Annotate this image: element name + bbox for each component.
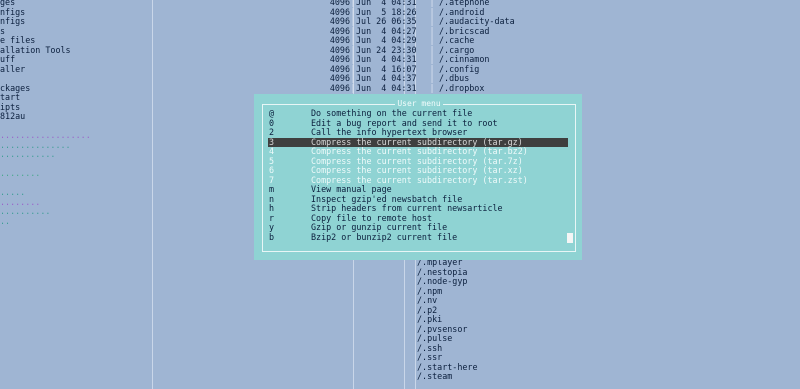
left-panel-line[interactable]: ..........	[0, 207, 150, 217]
file-name[interactable]: /.dropbox	[435, 83, 484, 94]
left-panel-line[interactable]: ...........	[0, 150, 150, 160]
menu-item-hotkey: b	[269, 231, 275, 242]
file-list-bottom[interactable]: /.mplayer/.nestopia/.node-gyp/.npm/.nv/.…	[417, 257, 567, 382]
file-size: 4096	[329, 82, 350, 93]
left-panel-line[interactable]	[0, 122, 150, 132]
file-name[interactable]: /.npm	[417, 286, 567, 297]
menu-item-hotkey: h	[269, 203, 275, 213]
left-panel-line[interactable]	[0, 179, 150, 189]
menu-item-hotkey: r	[269, 212, 275, 223]
menu-item-hotkey: 6	[269, 165, 275, 175]
left-panel-line[interactable]: tart	[0, 93, 150, 103]
menu-item-hotkey: y	[269, 222, 275, 232]
user-menu-dialog[interactable]: User menu @ Do something on the current f…	[254, 94, 582, 260]
left-panel-line[interactable]: ges	[0, 0, 150, 8]
left-panel-line[interactable]: ..............	[0, 141, 150, 151]
menu-item-label: Bzip2 or bunzip2 current file	[311, 231, 458, 242]
left-panel[interactable]: ges nfigs nfigs s e files allation Tools uff al…	[0, 0, 150, 226]
left-panel-line[interactable]: ipts	[0, 103, 150, 113]
file-name[interactable]: /.steam	[417, 371, 567, 382]
left-panel-line[interactable]: nfigs	[0, 17, 150, 27]
left-panel-line[interactable]: aller	[0, 65, 150, 75]
menu-item-hotkey: n	[269, 193, 275, 204]
left-panel-line[interactable]: uff	[0, 55, 150, 65]
left-panel-line[interactable]: 812au	[0, 112, 150, 122]
left-panel-line[interactable]: .....	[0, 188, 150, 198]
menu-item-hotkey: @	[269, 108, 275, 118]
left-panel-line[interactable]: ..................	[0, 131, 150, 141]
left-panel-line[interactable]	[0, 160, 150, 170]
file-list[interactable]: 4096 | Jun 4 04:31 |/.atephone 4096 | Jun 5 18…	[322, 0, 582, 93]
menu-item[interactable]: b Bzip2 or bunzip2 current file	[268, 231, 568, 243]
file-name[interactable]: /.nv	[417, 295, 567, 306]
left-panel-line[interactable]: nfigs	[0, 8, 150, 18]
file-date: Jun 4 04:31	[356, 82, 417, 93]
panel-divider	[152, 0, 153, 389]
menu-item-hotkey: 5	[269, 155, 275, 166]
menu-item-hotkey: 3	[269, 136, 275, 147]
menu-item-hotkey: 7	[269, 174, 275, 185]
user-menu-list[interactable]: @ Do something on the current file 0 Edit a…	[268, 108, 568, 243]
menu-item-hotkey: 2	[269, 127, 275, 137]
file-row[interactable]: 4096 | Jun 4 04:31 |/.dropbox	[322, 82, 582, 94]
left-panel-line[interactable]: allation Tools	[0, 46, 150, 56]
left-panel-line[interactable]: ckages	[0, 84, 150, 94]
left-panel-line[interactable]	[0, 74, 150, 84]
menu-item-hotkey: 0	[269, 117, 275, 128]
left-panel-line[interactable]: s	[0, 27, 150, 37]
menu-item-hotkey: m	[269, 184, 275, 194]
menu-item-hotkey: 4	[269, 146, 275, 156]
left-panel-line[interactable]: ..	[0, 217, 150, 227]
scroll-marker	[567, 233, 573, 243]
left-panel-line[interactable]: e files	[0, 36, 150, 46]
left-panel-line[interactable]: ........	[0, 198, 150, 208]
left-panel-line[interactable]: ........	[0, 169, 150, 179]
